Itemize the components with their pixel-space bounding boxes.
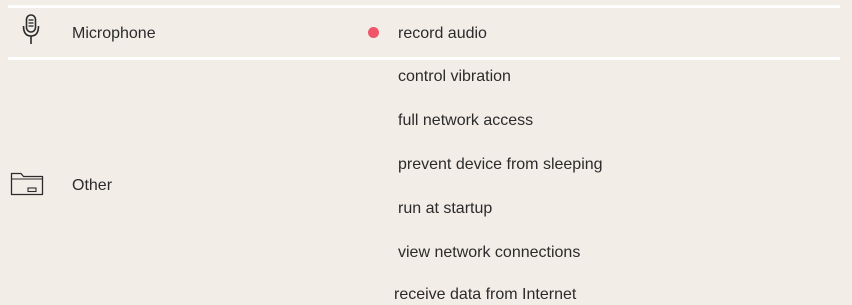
group-label-other: Other	[72, 177, 113, 194]
microphone-icon	[22, 14, 40, 46]
risk-indicator-dot	[368, 27, 379, 38]
permission-item-prevent-device-sleeping: prevent device from sleeping	[398, 156, 603, 173]
permission-item-view-network-connections: view network connections	[398, 244, 581, 261]
folder-icon	[10, 172, 44, 196]
section-divider	[8, 5, 840, 8]
permissions-panel: Microphone record audio Other control vi…	[0, 0, 852, 303]
permission-item-run-at-startup: run at startup	[398, 200, 493, 217]
section-divider	[8, 57, 840, 60]
permission-item-full-network-access: full network access	[398, 112, 534, 129]
permission-item-control-vibration: control vibration	[398, 68, 511, 85]
permission-item-record-audio: record audio	[398, 25, 487, 42]
group-label-microphone: Microphone	[72, 25, 156, 42]
permission-item-receive-data-internet: receive data from Internet	[394, 286, 577, 303]
